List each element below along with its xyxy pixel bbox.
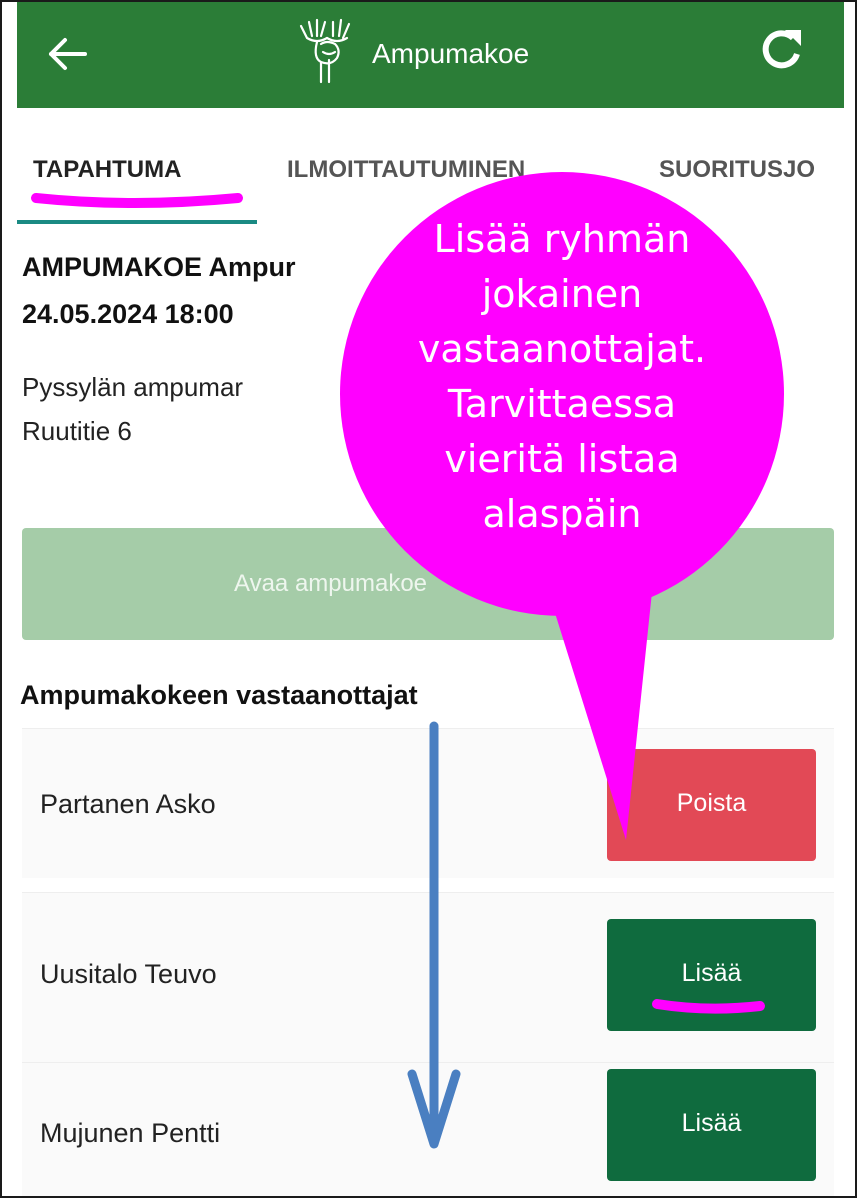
tab-ilmoittautuminen[interactable]: ILMOITTAUTUMINEN bbox=[287, 156, 525, 184]
recipient-row: Partanen Asko Poista bbox=[22, 728, 834, 878]
add-button-label: Lisää bbox=[681, 959, 742, 987]
tab-suoritusjo[interactable]: SUORITUSJO bbox=[659, 156, 815, 184]
add-button[interactable]: Lisää bbox=[607, 919, 816, 1031]
app-screen: Ampumakoe TAPAHTUMA ILMOITTAUTUMINEN SUO… bbox=[0, 0, 857, 1198]
callout-text: Lisää ryhmän jokainen vastaanottajat. Ta… bbox=[397, 212, 727, 542]
back-button[interactable] bbox=[37, 24, 97, 84]
refresh-icon bbox=[762, 30, 801, 69]
app-title: Ampumakoe bbox=[372, 38, 530, 69]
callout-line: vastaanottajat. bbox=[417, 327, 707, 371]
event-datetime: 24.05.2024 18:00 bbox=[22, 299, 234, 329]
recipient-row: Uusitalo Teuvo Lisää bbox=[22, 892, 834, 1062]
event-place: Pyssylän ampumar bbox=[22, 372, 244, 402]
add-button-label: Lisää bbox=[681, 1109, 742, 1137]
recipient-name: Mujunen Pentti bbox=[40, 1118, 221, 1148]
callout-line: Tarvittaessa bbox=[447, 382, 677, 426]
app-brand: Ampumakoe bbox=[287, 12, 587, 92]
add-button[interactable]: Lisää bbox=[607, 1069, 816, 1181]
app-bar: Ampumakoe bbox=[17, 2, 844, 108]
callout-line: vieritä listaa bbox=[444, 437, 680, 481]
open-test-button[interactable]: Avaa ampumakoe bbox=[22, 528, 834, 640]
event-title: AMPUMAKOE Ampur bbox=[22, 252, 296, 282]
remove-button-label: Poista bbox=[676, 789, 747, 817]
recipients-heading: Ampumakokeen vastaanottajat bbox=[20, 680, 418, 710]
tab-bar: TAPAHTUMA ILMOITTAUTUMINEN SUORITUSJO bbox=[17, 108, 844, 226]
recipient-name: Uusitalo Teuvo bbox=[40, 959, 217, 989]
recipient-name: Partanen Asko bbox=[40, 789, 216, 819]
refresh-button[interactable] bbox=[753, 22, 809, 78]
moose-logo-icon bbox=[299, 18, 351, 84]
event-street: Ruutitie 6 bbox=[22, 416, 132, 446]
callout-line: alaspäin bbox=[482, 492, 642, 536]
arrow-left-icon bbox=[49, 38, 87, 70]
callout-line: Lisää ryhmän bbox=[433, 217, 691, 261]
remove-button[interactable]: Poista bbox=[607, 749, 816, 861]
recipient-row: Mujunen Pentti Lisää bbox=[22, 1062, 834, 1196]
open-test-button-label: Avaa ampumakoe bbox=[234, 570, 428, 597]
active-tab-indicator bbox=[17, 220, 257, 224]
tab-tapahtuma[interactable]: TAPAHTUMA bbox=[33, 156, 181, 184]
callout-line: jokainen bbox=[481, 272, 643, 316]
